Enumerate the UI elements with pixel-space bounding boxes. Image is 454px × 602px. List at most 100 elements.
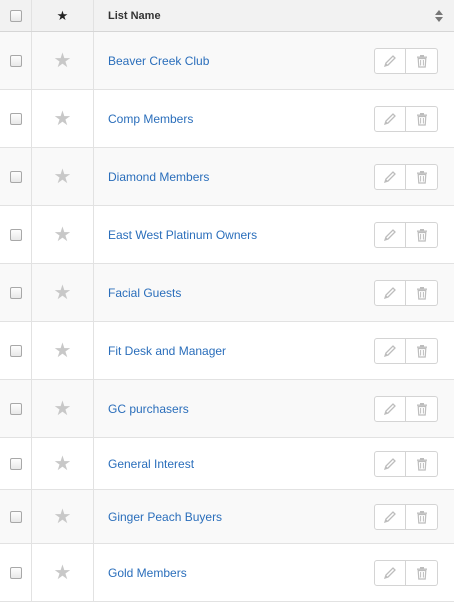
- trash-icon: [416, 566, 427, 580]
- row-action-buttons: [374, 395, 438, 422]
- row-actions-cell: [374, 32, 454, 89]
- star-icon[interactable]: ★: [54, 109, 72, 129]
- pencil-icon: [383, 457, 396, 470]
- edit-button[interactable]: [374, 503, 406, 530]
- list-name-link[interactable]: Ginger Peach Buyers: [108, 510, 222, 524]
- list-name-column-header[interactable]: List Name: [94, 0, 424, 31]
- list-name-cell: Fit Desk and Manager: [94, 322, 374, 379]
- star-icon[interactable]: ★: [54, 341, 72, 361]
- trash-icon: [416, 344, 427, 358]
- row-checkbox[interactable]: [9, 566, 22, 579]
- row-checkbox[interactable]: [9, 112, 22, 125]
- star-icon[interactable]: ★: [54, 51, 72, 71]
- row-favorite-cell: ★: [32, 206, 94, 263]
- list-name-link[interactable]: General Interest: [108, 457, 194, 471]
- delete-button[interactable]: [406, 163, 438, 190]
- list-name-link[interactable]: GC purchasers: [108, 402, 189, 416]
- row-action-buttons: [374, 279, 438, 306]
- row-checkbox[interactable]: [9, 402, 22, 415]
- delete-button[interactable]: [406, 559, 438, 586]
- row-favorite-cell: ★: [32, 380, 94, 437]
- delete-button[interactable]: [406, 450, 438, 477]
- row-favorite-cell: ★: [32, 90, 94, 147]
- row-action-buttons: [374, 337, 438, 364]
- table-row: ★ Diamond Members: [0, 148, 454, 206]
- table-row: ★ Fit Desk and Manager: [0, 322, 454, 380]
- star-icon[interactable]: ★: [54, 167, 72, 187]
- table-row: ★ Beaver Creek Club: [0, 32, 454, 90]
- row-select-cell: [0, 380, 32, 437]
- table-row: ★ Ginger Peach Buyers: [0, 490, 454, 544]
- row-select-cell: [0, 32, 32, 89]
- edit-button[interactable]: [374, 337, 406, 364]
- table-row: ★ GC purchasers: [0, 380, 454, 438]
- list-name-cell: Comp Members: [94, 90, 374, 147]
- delete-button[interactable]: [406, 47, 438, 74]
- row-action-buttons: [374, 105, 438, 132]
- row-checkbox[interactable]: [9, 286, 22, 299]
- list-name-link[interactable]: East West Platinum Owners: [108, 228, 257, 242]
- row-checkbox[interactable]: [9, 344, 22, 357]
- edit-button[interactable]: [374, 47, 406, 74]
- table-row: ★ General Interest: [0, 438, 454, 490]
- delete-button[interactable]: [406, 279, 438, 306]
- row-select-cell: [0, 148, 32, 205]
- row-favorite-cell: ★: [32, 322, 94, 379]
- star-icon[interactable]: ★: [54, 225, 72, 245]
- row-checkbox[interactable]: [9, 54, 22, 67]
- row-action-buttons: [374, 47, 438, 74]
- list-name-link[interactable]: Fit Desk and Manager: [108, 344, 226, 358]
- row-actions-cell: [374, 206, 454, 263]
- pencil-icon: [383, 510, 396, 523]
- row-checkbox[interactable]: [9, 170, 22, 183]
- list-name-cell: General Interest: [94, 438, 374, 489]
- edit-button[interactable]: [374, 105, 406, 132]
- select-all-checkbox[interactable]: [9, 9, 22, 22]
- delete-button[interactable]: [406, 395, 438, 422]
- edit-button[interactable]: [374, 221, 406, 248]
- delete-button[interactable]: [406, 337, 438, 364]
- sort-icon[interactable]: [435, 9, 443, 22]
- edit-button[interactable]: [374, 279, 406, 306]
- row-actions-cell: [374, 90, 454, 147]
- star-icon[interactable]: ★: [54, 454, 72, 474]
- list-name-link[interactable]: Facial Guests: [108, 286, 181, 300]
- list-name-link[interactable]: Comp Members: [108, 112, 193, 126]
- edit-button[interactable]: [374, 163, 406, 190]
- row-action-buttons: [374, 503, 438, 530]
- list-name-cell: GC purchasers: [94, 380, 374, 437]
- list-name-link[interactable]: Gold Members: [108, 566, 187, 580]
- row-actions-cell: [374, 148, 454, 205]
- row-checkbox[interactable]: [9, 510, 22, 523]
- star-icon[interactable]: ★: [54, 283, 72, 303]
- list-name-link[interactable]: Beaver Creek Club: [108, 54, 209, 68]
- delete-button[interactable]: [406, 503, 438, 530]
- trash-icon: [416, 170, 427, 184]
- table-row: ★ Comp Members: [0, 90, 454, 148]
- edit-button[interactable]: [374, 559, 406, 586]
- pencil-icon: [383, 170, 396, 183]
- list-name-cell: Gold Members: [94, 544, 374, 601]
- row-favorite-cell: ★: [32, 490, 94, 543]
- sort-toggle[interactable]: [424, 0, 454, 31]
- delete-button[interactable]: [406, 105, 438, 132]
- row-checkbox[interactable]: [9, 228, 22, 241]
- star-icon[interactable]: ★: [54, 563, 72, 583]
- lists-table: ★ List Name ★ Beaver Creek Club ★ Comp M…: [0, 0, 454, 602]
- table-row: ★ East West Platinum Owners: [0, 206, 454, 264]
- star-icon: ★: [56, 8, 69, 23]
- row-favorite-cell: ★: [32, 438, 94, 489]
- edit-button[interactable]: [374, 395, 406, 422]
- delete-button[interactable]: [406, 221, 438, 248]
- row-select-cell: [0, 322, 32, 379]
- list-name-link[interactable]: Diamond Members: [108, 170, 209, 184]
- pencil-icon: [383, 112, 396, 125]
- trash-icon: [416, 228, 427, 242]
- star-icon[interactable]: ★: [54, 399, 72, 419]
- row-actions-cell: [374, 264, 454, 321]
- edit-button[interactable]: [374, 450, 406, 477]
- row-select-cell: [0, 438, 32, 489]
- row-select-cell: [0, 490, 32, 543]
- star-icon[interactable]: ★: [54, 507, 72, 527]
- row-checkbox[interactable]: [9, 457, 22, 470]
